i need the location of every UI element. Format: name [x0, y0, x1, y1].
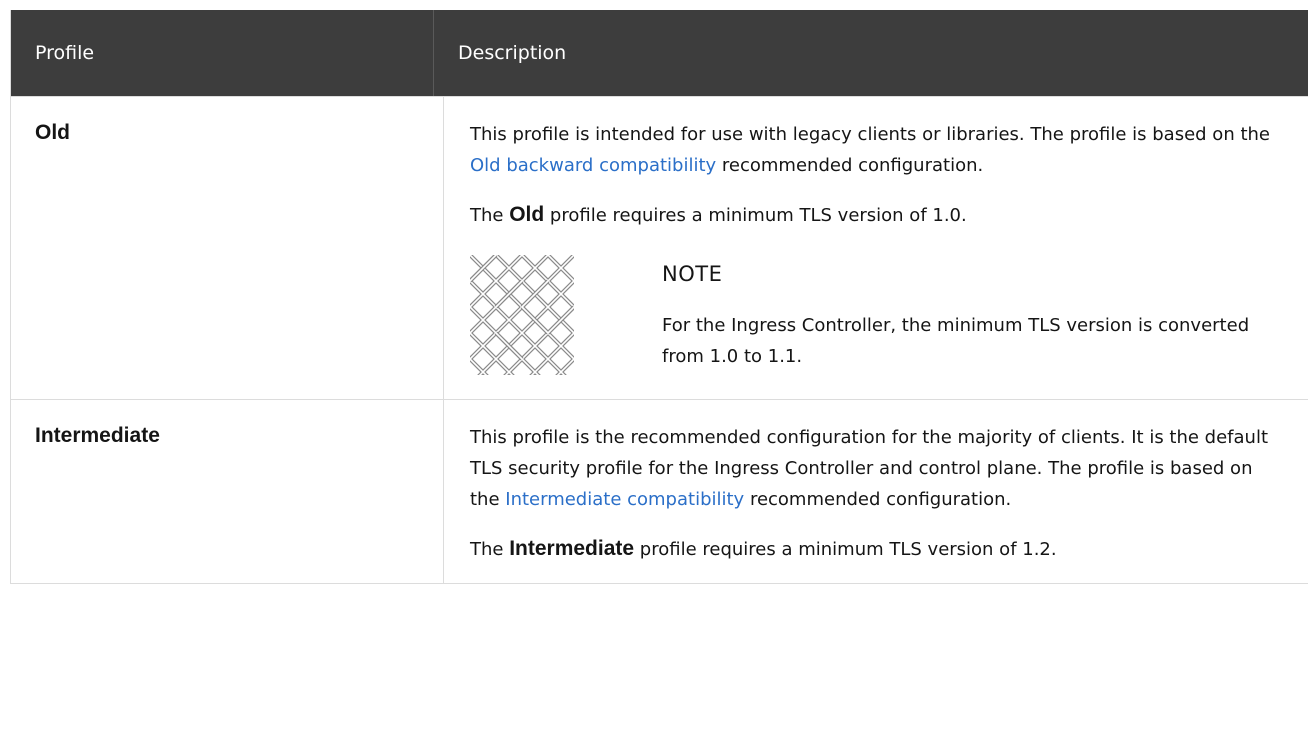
table-row: Intermediate This profile is the recomme… — [11, 400, 1308, 584]
note-body: NOTE For the Ingress Controller, the min… — [662, 255, 1285, 375]
text: recommended configuration. — [744, 489, 1012, 510]
column-header-profile: Profile — [11, 10, 434, 96]
text: The — [470, 539, 510, 560]
profile-name-inline: Old — [509, 203, 545, 226]
table-row: Old This profile is intended for use wit… — [11, 96, 1308, 400]
column-header-description: Description — [458, 42, 567, 64]
table-header-row: Profile Description — [11, 10, 1308, 96]
tls-profiles-table: Profile Description Old This profile is … — [10, 10, 1308, 584]
text: profile requires a minimum TLS version o… — [634, 539, 1057, 560]
profile-name-inline: Intermediate — [509, 537, 635, 560]
description-paragraph: This profile is the recommended configur… — [470, 422, 1285, 515]
intermediate-compatibility-link[interactable]: Intermediate compatibility — [505, 489, 744, 510]
note-text: For the Ingress Controller, the minimum … — [662, 315, 1250, 367]
old-compatibility-link[interactable]: Old backward compatibility — [470, 155, 716, 176]
profile-name: Old — [11, 97, 444, 399]
text: The — [470, 205, 510, 226]
text: profile requires a minimum TLS version o… — [544, 205, 967, 226]
text: recommended configuration. — [716, 155, 984, 176]
profile-name: Intermediate — [11, 400, 444, 583]
note-admonition: NOTE For the Ingress Controller, the min… — [468, 253, 1285, 375]
text: This profile is intended for use with le… — [470, 124, 1270, 145]
note-title: NOTE — [662, 262, 723, 286]
note-pattern-icon — [468, 253, 576, 375]
profile-description: This profile is intended for use with le… — [444, 97, 1308, 399]
profile-description: This profile is the recommended configur… — [444, 400, 1308, 583]
description-paragraph: This profile is intended for use with le… — [470, 119, 1285, 181]
requirement-paragraph: The Intermediate profile requires a mini… — [470, 533, 1285, 565]
requirement-paragraph: The Old profile requires a minimum TLS v… — [470, 199, 1285, 231]
